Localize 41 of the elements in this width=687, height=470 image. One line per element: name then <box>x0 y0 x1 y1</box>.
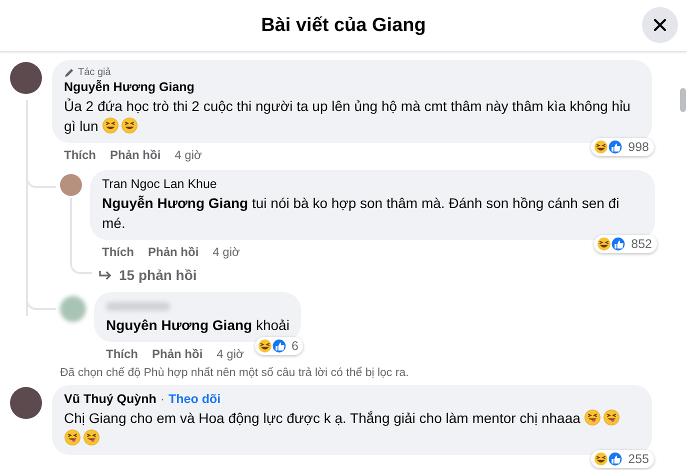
filter-notice: Đã chọn chế độ Phù hợp nhất nên một số câu trả lời có thể bị lọc ra. <box>60 366 410 378</box>
comment-time: 4 giờ <box>174 148 202 162</box>
avatar-photo-placeholder[interactable] <box>10 386 42 418</box>
comment-action-link[interactable]: Phản hồi <box>110 148 161 162</box>
laughing-face-icon <box>121 117 138 134</box>
close-button[interactable] <box>642 7 678 43</box>
laughing-face-icon <box>102 117 120 134</box>
follow-link[interactable]: Theo dõi <box>168 390 221 408</box>
reply-arrow-icon <box>98 270 113 280</box>
comment-time: 4 giờ <box>216 346 244 360</box>
comment-action-link[interactable]: Thích <box>102 245 134 259</box>
tongue-face-icon <box>83 428 100 446</box>
avatar-photo-placeholder[interactable] <box>10 62 42 94</box>
comment-text: Ủa 2 đứa học trò thi 2 cuộc thi người ta up lên ủng hộ mà cmt thâm này thâm kìa không hỉu gì lun <box>64 97 632 136</box>
view-replies-link[interactable]: 15 phản hồi <box>98 267 197 283</box>
comment-action-link[interactable]: Thích <box>106 346 138 360</box>
comment-action-link[interactable]: Phản hồi <box>148 245 199 259</box>
reactions-badge[interactable]: 998 <box>591 138 654 156</box>
author-badge-label: Tác giả <box>78 66 111 79</box>
tongue-face-icon <box>584 408 602 426</box>
tongue-face-icon <box>64 428 81 446</box>
author-name[interactable]: Nguyễn Hương Giang <box>64 79 194 96</box>
author-name[interactable]: Vũ Thuý Quỳnh <box>64 390 156 408</box>
comment-action-link[interactable]: Thích <box>64 148 96 162</box>
author-name[interactable]: Tran Ngoc Lan Khue <box>102 176 217 193</box>
tongue-face-icon <box>603 408 620 426</box>
blurred-name <box>106 302 170 310</box>
scrollbar-thumb[interactable] <box>680 88 686 112</box>
dialog-title: Bài viết của Giang <box>261 14 426 36</box>
close-icon <box>653 18 667 32</box>
comment-text: Chị Giang cho em và Hoa động lực được k ạ. Thắng giải cho làm mentor chị nhaaa <box>64 408 640 448</box>
reactions-badge[interactable]: 852 <box>594 235 657 253</box>
reactions-badge[interactable]: 255 <box>591 450 654 468</box>
separator-dot: · <box>160 390 165 408</box>
comment-action-link[interactable]: Phản hồi <box>152 346 203 360</box>
pen-icon <box>64 67 75 78</box>
comment-time: 4 giờ <box>212 245 240 259</box>
haha-like-icon <box>256 338 288 354</box>
comment-text: Nguyên Hương Giang khoải <box>106 316 290 334</box>
reactions-badge[interactable]: 6 <box>254 336 304 354</box>
comment-text: Nguyễn Hương Giang tui nói bà ko hợp son thâm mà. Đánh son hồng cánh sen đi mé. <box>102 194 620 233</box>
